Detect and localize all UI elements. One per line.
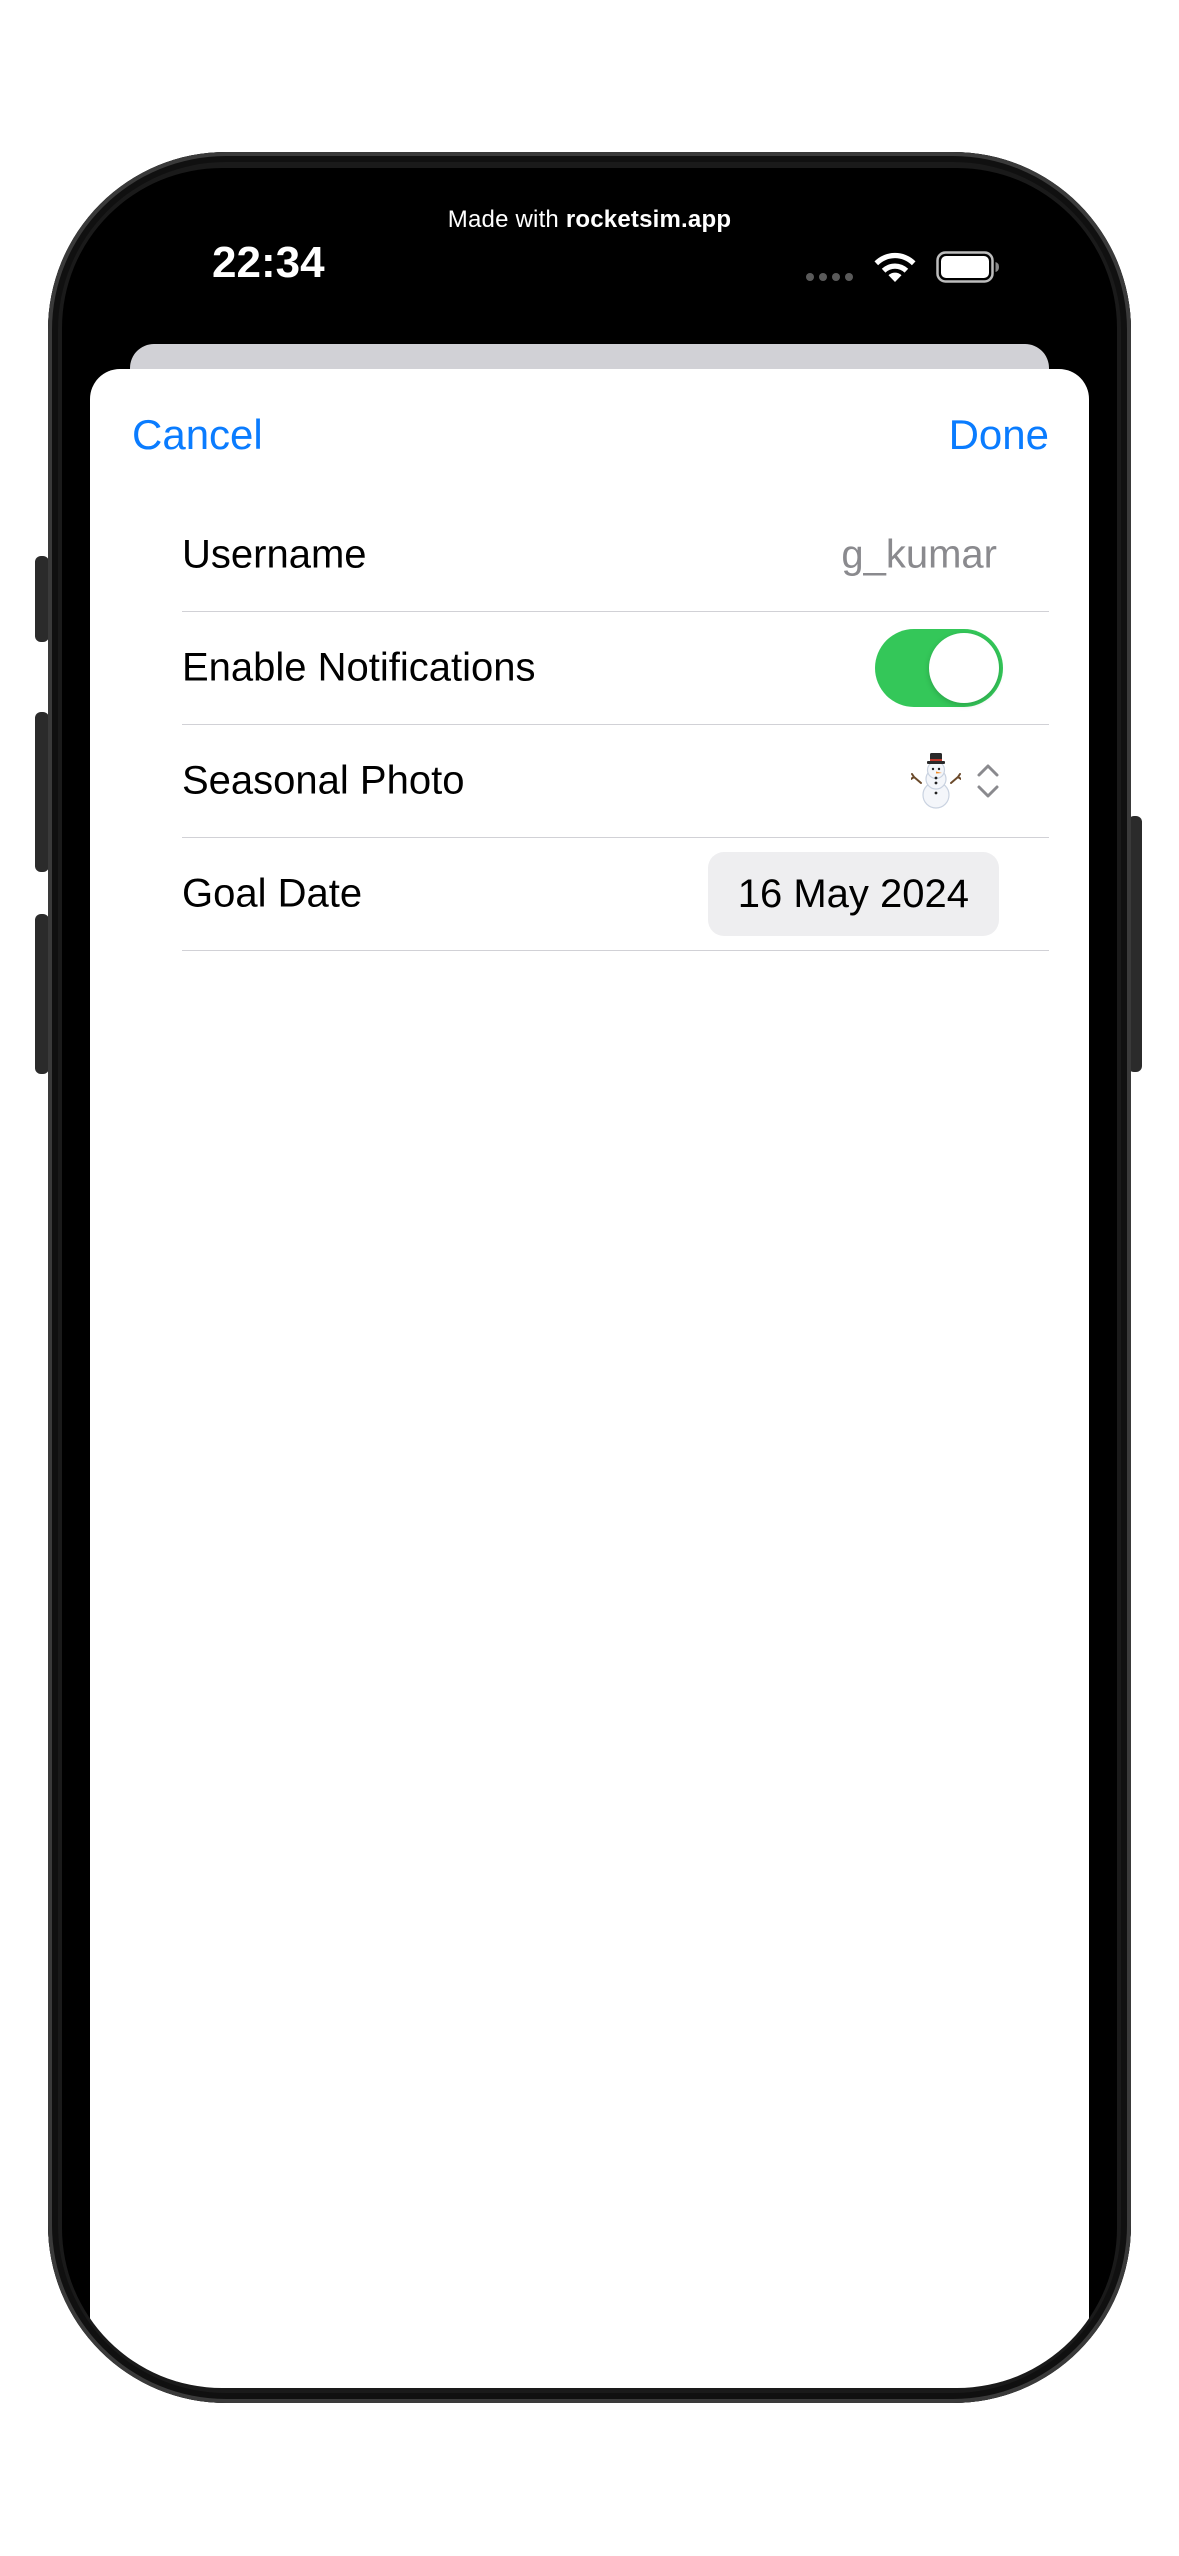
silent-switch xyxy=(35,556,49,642)
done-button[interactable]: Done xyxy=(949,411,1049,459)
settings-form: Username g_kumar Enable Notifications Se… xyxy=(182,499,1049,951)
volume-up-button xyxy=(35,712,49,872)
rocketsim-watermark: Made with rocketsim.app xyxy=(62,206,1117,234)
cancel-button[interactable]: Cancel xyxy=(132,411,263,459)
username-label: Username xyxy=(182,532,367,577)
battery-icon xyxy=(936,251,999,283)
simulator-canvas: Made with rocketsim.app 22:34 Cancel Don… xyxy=(0,0,1179,2556)
status-time: 22:34 xyxy=(212,238,325,287)
watermark-brand: rocketsim.app xyxy=(565,206,732,233)
seasonal-photo-row: Seasonal Photo xyxy=(182,725,1049,838)
volume-down-button xyxy=(35,914,49,1074)
cellular-signal-icon xyxy=(806,273,853,281)
toggle-knob xyxy=(929,633,999,703)
goal-date-picker[interactable]: 16 May 2024 xyxy=(707,852,999,936)
goal-date-label: Goal Date xyxy=(182,871,363,916)
watermark-prefix: Made with xyxy=(447,206,566,233)
notifications-label: Enable Notifications xyxy=(182,645,536,690)
seasonal-photo-picker[interactable] xyxy=(911,753,1001,809)
settings-sheet: Cancel Done Username g_kumar Enable Noti… xyxy=(90,369,1089,2388)
notifications-toggle[interactable] xyxy=(875,629,1003,707)
goal-date-row: Goal Date 16 May 2024 xyxy=(182,838,1049,951)
chevron-up-down-icon xyxy=(977,764,999,798)
seasonal-photo-label: Seasonal Photo xyxy=(182,758,465,803)
username-field[interactable]: g_kumar xyxy=(841,533,997,578)
notifications-row: Enable Notifications xyxy=(182,612,1049,725)
username-row: Username g_kumar xyxy=(182,499,1049,612)
phone-screen: Made with rocketsim.app 22:34 Cancel Don… xyxy=(62,168,1117,2388)
snowman-icon xyxy=(911,753,961,809)
wifi-icon xyxy=(874,252,916,282)
